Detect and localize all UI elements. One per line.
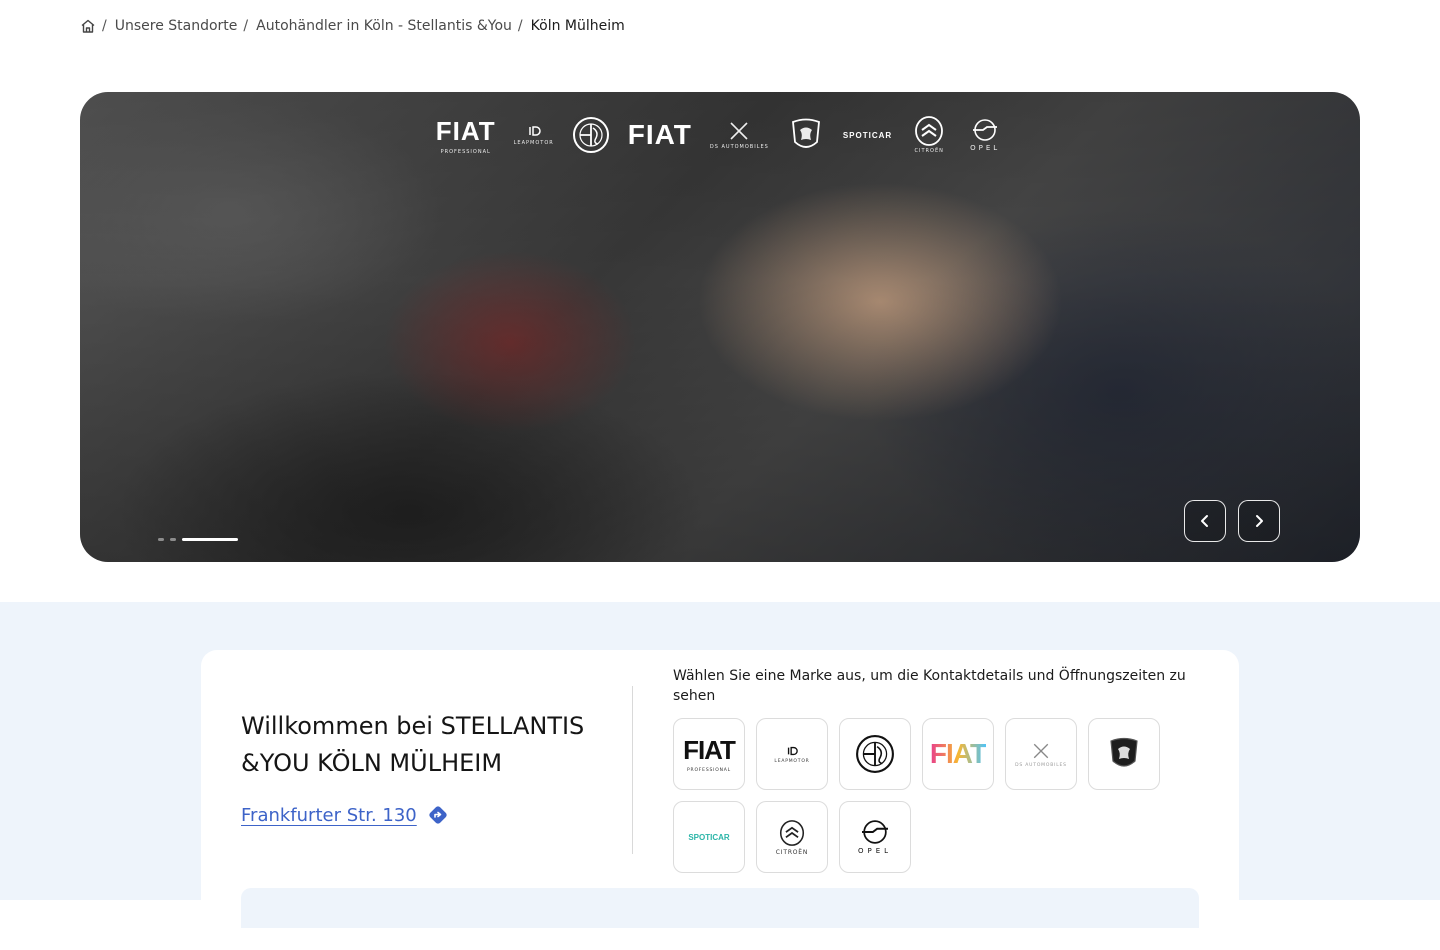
breadcrumb-separator: / — [517, 18, 523, 34]
card-divider — [632, 686, 633, 854]
brand-tile-citroen[interactable]: CITROËN — [756, 801, 828, 873]
carousel-dot-3[interactable] — [182, 538, 238, 541]
brand-tile-ds-automobiles[interactable]: DS AUTOMOBILES — [1005, 718, 1077, 790]
chevron-left-icon — [1201, 515, 1208, 527]
breadcrumb-link-standorte[interactable]: Unsere Standorte — [115, 18, 238, 34]
alfa-romeo-logo — [572, 114, 610, 156]
carousel-prev-button[interactable] — [1184, 500, 1226, 542]
hero-image — [80, 92, 1360, 562]
chevron-right-icon — [1256, 515, 1263, 527]
dealer-card: Willkommen bei STELLANTIS &YOU KÖLN MÜLH… — [201, 650, 1239, 950]
peugeot-logo — [787, 114, 825, 156]
brand-tile-peugeot[interactable] — [1088, 718, 1160, 790]
brand-selector: Wählen Sie eine Marke aus, um die Kontak… — [673, 666, 1203, 873]
breadcrumb-separator: / — [102, 18, 107, 34]
carousel-dot-1[interactable] — [158, 538, 164, 541]
brand-prompt: Wählen Sie eine Marke aus, um die Kontak… — [673, 668, 1186, 704]
ds-automobiles-logo: DS AUTOMOBILES — [710, 114, 769, 156]
breadcrumb: / Unsere Standorte / Autohändler in Köln… — [80, 16, 625, 36]
hero-carousel: FIAT PROFESSIONAL LEAPMOTOR FIAT DS AUTO… — [80, 92, 1360, 562]
brand-tile-leapmotor[interactable]: LEAPMOTOR — [756, 718, 828, 790]
leapmotor-logo: LEAPMOTOR — [514, 114, 554, 156]
fiat-professional-logo: FIAT PROFESSIONAL — [435, 115, 496, 155]
spoticar-logo: SPOTICAR — [842, 130, 893, 140]
brand-tile-opel[interactable]: OPEL — [839, 801, 911, 873]
citroen-logo: CITROËN — [910, 114, 948, 156]
brand-tile-fiat[interactable]: FIAT — [922, 718, 994, 790]
address-row: Frankfurter Str. 130 — [241, 804, 621, 826]
brand-grid: FIAT PROFESSIONAL LEAPMOTOR FIAT DS AUTO… — [673, 718, 1203, 873]
fiat-logo: FIAT — [627, 119, 692, 150]
brand-tile-alfa-romeo[interactable] — [839, 718, 911, 790]
address-link[interactable]: Frankfurter Str. 130 — [241, 805, 417, 826]
carousel-indicators — [158, 538, 238, 541]
opel-logo: OPEL — [966, 114, 1004, 156]
card-bottom-panel — [241, 888, 1199, 928]
breadcrumb-link-koeln[interactable]: Autohändler in Köln - Stellantis &You — [256, 18, 512, 34]
brand-tile-spoticar[interactable]: SPOTICAR — [673, 801, 745, 873]
breadcrumb-current: Köln Mülheim — [530, 18, 625, 34]
directions-icon[interactable] — [427, 804, 449, 826]
carousel-dot-2[interactable] — [170, 538, 176, 541]
dealer-section: Willkommen bei STELLANTIS &YOU KÖLN MÜLH… — [0, 602, 1440, 950]
brand-tile-fiat-professional[interactable]: FIAT PROFESSIONAL — [673, 718, 745, 790]
carousel-next-button[interactable] — [1238, 500, 1280, 542]
breadcrumb-separator: / — [243, 18, 249, 34]
dealer-info: Willkommen bei STELLANTIS &YOU KÖLN MÜLH… — [241, 708, 621, 826]
hero-brand-logos: FIAT PROFESSIONAL LEAPMOTOR FIAT DS AUTO… — [80, 114, 1360, 156]
page-title: Willkommen bei STELLANTIS &YOU KÖLN MÜLH… — [241, 712, 585, 777]
home-icon[interactable] — [80, 18, 96, 34]
